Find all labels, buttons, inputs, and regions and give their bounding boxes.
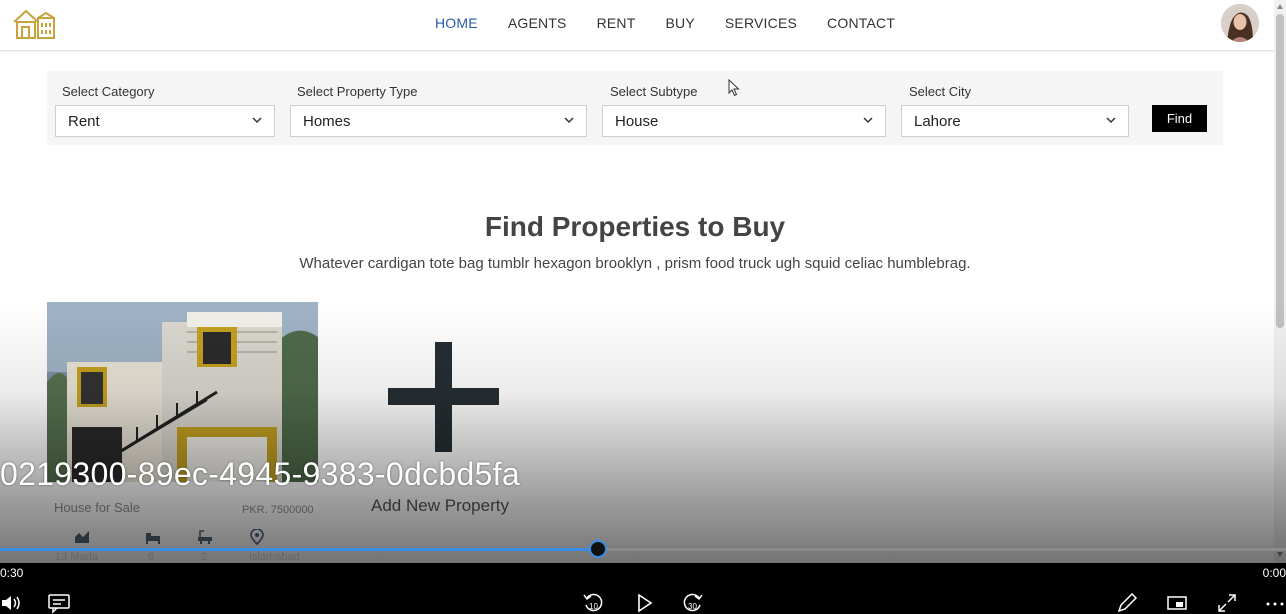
- chevron-down-icon: [564, 117, 574, 124]
- find-button[interactable]: Find: [1152, 105, 1207, 132]
- property-location: Islamabad: [249, 551, 300, 563]
- top-navbar: HOME AGENTS RENT BUY SERVICES CONTACT: [0, 0, 1274, 51]
- time-elapsed: 0:30: [0, 566, 24, 580]
- fullscreen-icon[interactable]: [1216, 592, 1238, 614]
- skip-back-label: 10: [589, 602, 598, 611]
- scrollbar-thumb[interactable]: [1276, 14, 1284, 328]
- house-logo-icon[interactable]: [12, 8, 56, 40]
- subtype-select[interactable]: House: [602, 105, 886, 137]
- play-icon[interactable]: [633, 592, 655, 614]
- seek-handle[interactable]: [589, 540, 607, 558]
- more-options-icon[interactable]: [1264, 592, 1286, 614]
- chevron-down-icon: [252, 117, 262, 124]
- bed-icon: [146, 533, 160, 544]
- plus-icon[interactable]: [388, 342, 499, 452]
- scroll-up-arrow-icon[interactable]: [1277, 4, 1283, 9]
- category-value: Rent: [68, 113, 100, 130]
- property-type-select[interactable]: Homes: [290, 105, 587, 137]
- city-value: Lahore: [914, 113, 961, 130]
- property-type-label: Select Property Type: [297, 84, 418, 99]
- property-image[interactable]: [47, 302, 318, 482]
- mini-player-icon[interactable]: [1166, 592, 1188, 614]
- page-scrollbar[interactable]: [1274, 0, 1286, 563]
- category-select[interactable]: Rent: [55, 105, 275, 137]
- nav-rent[interactable]: RENT: [582, 15, 651, 31]
- scroll-down-arrow-icon[interactable]: [1277, 552, 1283, 557]
- location-pin-icon: [250, 529, 264, 545]
- chevron-down-icon: [863, 117, 873, 124]
- city-select[interactable]: Lahore: [901, 105, 1129, 137]
- city-label: Select City: [909, 84, 972, 99]
- subtype-value: House: [615, 113, 659, 130]
- chevron-down-icon: [1106, 117, 1116, 124]
- user-avatar[interactable]: [1221, 4, 1259, 42]
- category-label: Select Category: [62, 84, 155, 99]
- add-property-label[interactable]: Add New Property: [371, 496, 509, 516]
- section-title: Find Properties to Buy: [484, 211, 786, 242]
- nav-home[interactable]: HOME: [420, 15, 493, 31]
- time-remaining: 0:00: [1262, 566, 1286, 580]
- captions-icon[interactable]: [48, 592, 70, 614]
- area-chart-icon: [75, 531, 89, 543]
- nav-agents[interactable]: AGENTS: [493, 15, 582, 31]
- nav-buy[interactable]: BUY: [651, 15, 710, 31]
- skip-forward-30-icon[interactable]: 30: [682, 592, 704, 614]
- video-caption: 0219300-89ec-4945-9383-0dcbd5fa: [0, 456, 520, 492]
- property-price: PKR. 7500000: [242, 504, 314, 516]
- bathtub-icon: [198, 530, 212, 544]
- mouse-cursor-icon: [728, 79, 740, 97]
- section-subtitle: Whatever cardigan tote bag tumblr hexago…: [299, 255, 971, 272]
- property-type-value: Homes: [303, 113, 351, 130]
- nav-services[interactable]: SERVICES: [710, 15, 812, 31]
- property-area: 13 Marla: [55, 551, 98, 563]
- property-beds: 6: [148, 551, 155, 563]
- seek-progress: [0, 548, 598, 551]
- nav-contact[interactable]: CONTACT: [812, 15, 910, 31]
- property-search-filter: Select Category Rent Select Property Typ…: [47, 71, 1223, 145]
- main-nav: HOME AGENTS RENT BUY SERVICES CONTACT: [420, 15, 910, 31]
- volume-icon[interactable]: [0, 592, 22, 614]
- subtype-label: Select Subtype: [610, 84, 698, 99]
- property-baths: 2: [201, 551, 208, 563]
- screen: { "nav": { "items": [ {"label": "HOME", …: [0, 0, 1286, 614]
- property-title: House for Sale: [54, 500, 140, 515]
- skip-back-10-icon[interactable]: 10: [582, 592, 604, 614]
- pen-icon[interactable]: [1116, 592, 1138, 614]
- skip-forward-label: 30: [688, 602, 697, 611]
